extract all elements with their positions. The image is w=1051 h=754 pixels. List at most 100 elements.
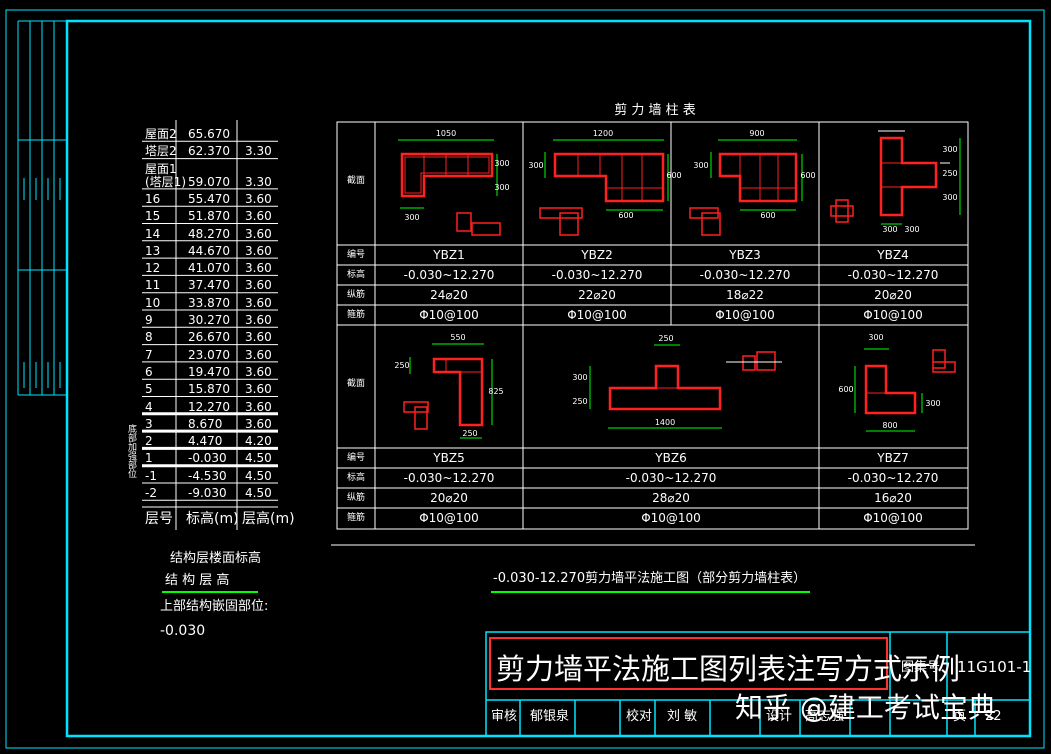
floor-height-cell: 3.60 (245, 382, 272, 397)
floor-elev-cell: 37.470 (188, 278, 230, 293)
row-label-stirrup-1: 箍筋 (346, 310, 366, 320)
atlas-label: 图集号 (901, 660, 941, 675)
floor-floor-cell: 屋面1 (145, 161, 177, 176)
col-long-cell: 20⌀20 (430, 491, 468, 505)
dim-ybz3-width: 900 (749, 129, 765, 138)
col-elev-cell: -0.030~12.270 (699, 268, 791, 282)
floor-floor-cell: 4 (145, 399, 153, 414)
floor-elev-cell: 4.470 (188, 434, 223, 449)
floor-height-cell: 4.50 (245, 486, 272, 500)
floor-height-cell: 3.30 (245, 174, 272, 189)
floor-height-cell: 3.60 (245, 313, 272, 327)
floor-elev-cell: 26.670 (188, 330, 230, 345)
floor-floor-cell: 11 (145, 278, 161, 293)
col-elev-cell: -0.030~12.270 (625, 471, 717, 485)
floor-elev-cell: -0.030 (188, 451, 227, 466)
floor-elev-cell: 51.870 (188, 209, 230, 224)
floor-floor-cell: 3 (145, 416, 153, 431)
col-elev-cell: -0.030~12.270 (847, 268, 939, 282)
floor-elev-cell: 33.870 (188, 295, 230, 310)
section-ybz7 (854, 348, 956, 432)
dim-ybz5-a: 250 (394, 361, 410, 370)
floor-height-cell: 3.60 (245, 295, 272, 310)
dim-ybz2-b: 600 (666, 171, 682, 180)
dim-ybz2-width: 1200 (592, 129, 614, 138)
dim-ybz6-d: 1400 (654, 418, 676, 427)
col-stirrup-cell: Φ10@100 (641, 511, 701, 525)
checker-name: 刘 敏 (667, 709, 698, 724)
col-long-cell: 28⌀20 (652, 491, 690, 505)
reviewer-name: 郁银泉 (530, 709, 570, 724)
col-elev-cell: -0.030~12.270 (403, 268, 495, 282)
floor-floor-cell: 8 (145, 330, 153, 345)
floor-floor-cell: 14 (145, 226, 161, 241)
dim-ybz1-b: 300 (494, 183, 510, 192)
col-stirrup-cell: Φ10@100 (715, 308, 775, 322)
col-long-cell: 16⌀20 (874, 491, 912, 505)
col-long-cell: 18⌀22 (726, 288, 764, 302)
col-stirrup-cell: Φ10@100 (863, 511, 923, 525)
dim-ybz2-c: 600 (618, 211, 634, 220)
col-long-cell: 22⌀20 (578, 288, 616, 302)
row-label-section-1: 截面 (346, 176, 366, 186)
row-label-elev-2: 标高 (346, 473, 366, 483)
row-label-id-1: 编号 (346, 250, 366, 260)
check-label: 校对 (626, 709, 653, 724)
floor-floor-cell: 13 (145, 243, 161, 258)
floor-elev-cell: 15.870 (188, 382, 230, 397)
row-label-section-2: 截面 (346, 379, 366, 389)
floor-caption-4: -0.030 (160, 623, 206, 639)
atlas-number: 11G101-1 (957, 658, 1032, 676)
floor-elev-cell: 59.070 (188, 174, 230, 189)
dim-ybz2-a: 300 (528, 161, 544, 170)
dim-ybz5-b: 825 (488, 387, 504, 396)
floor-height-cell: 3.60 (245, 209, 272, 224)
col-id-cell: YBZ3 (729, 248, 761, 262)
floor-floor-cell: 2 (145, 434, 153, 449)
floor-floor-cell: 5 (145, 382, 153, 397)
floor-header-height: 层高(m) (242, 511, 295, 527)
floor-caption-3: 上部结构嵌固部位: (160, 599, 269, 614)
floor-elev-cell: 44.670 (188, 243, 230, 258)
floor-floor-cell: 10 (145, 295, 161, 310)
col-elev-cell: -0.030~12.270 (403, 471, 495, 485)
dim-ybz4-b: 250 (942, 169, 958, 178)
floor-height-cell: 3.60 (245, 226, 272, 241)
dim-ybz7-c: 300 (925, 399, 941, 408)
dim-ybz3-a: 300 (693, 161, 709, 170)
dim-ybz4-a: 300 (942, 145, 958, 154)
col-elev-cell: -0.030~12.270 (847, 471, 939, 485)
col-id-cell: YBZ6 (655, 451, 687, 465)
floor-elev-cell: 62.370 (188, 144, 230, 159)
floor-elev-cell: 8.670 (188, 416, 223, 431)
floor-elev-cell: 23.070 (188, 347, 230, 362)
dim-ybz5-width: 550 (450, 333, 466, 342)
dim-ybz7-a: 300 (868, 333, 884, 342)
binding-strip (17, 20, 67, 396)
floor-elev-cell: 48.270 (188, 226, 230, 241)
section-ybz6 (589, 344, 782, 429)
floor-height-cell: 4.50 (245, 451, 272, 466)
floor-floor-cell: 15 (145, 209, 161, 224)
floor-height-cell: 3.60 (245, 243, 272, 258)
dim-ybz4-d: 300 (882, 225, 898, 234)
dim-ybz6-a: 250 (658, 334, 674, 343)
row-label-id-2: 编号 (346, 453, 366, 463)
floor-floor-cell: 9 (145, 313, 153, 327)
watermark: 知乎 @建工考试宝典 (735, 691, 996, 724)
floor-height-cell: 3.60 (245, 261, 272, 276)
col-stirrup-cell: Φ10@100 (567, 308, 627, 322)
floor-elev-cell: -4.530 (188, 468, 227, 483)
col-id-cell: YBZ7 (877, 451, 909, 465)
floor-floor-cell: 7 (145, 347, 153, 362)
floor-height-cell: 4.20 (245, 434, 272, 449)
floor-height-cell: 3.60 (245, 191, 272, 206)
row-label-long-1: 纵筋 (346, 290, 366, 300)
col-id-cell: YBZ2 (581, 248, 613, 262)
dim-ybz7-d: 800 (882, 421, 898, 430)
dim-ybz1-width: 1050 (435, 129, 457, 138)
col-id-cell: YBZ5 (433, 451, 465, 465)
row-label-long-2: 纵筋 (346, 493, 366, 503)
section-ybz5 (403, 343, 493, 439)
floor-height-cell: 3.60 (245, 347, 272, 362)
